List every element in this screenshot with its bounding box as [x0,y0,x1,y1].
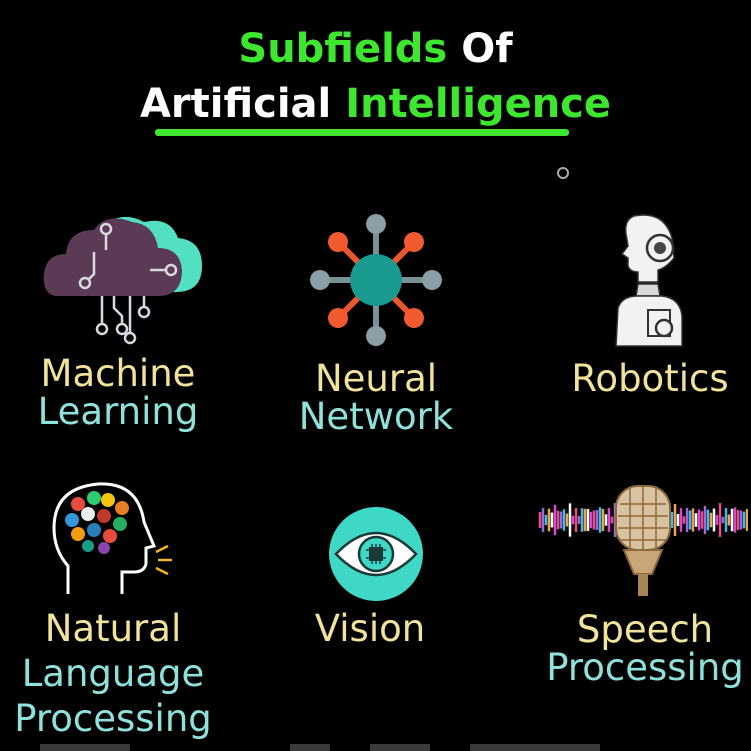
label-network: Network [298,395,454,438]
label-language: Language [21,652,205,695]
head-languages-icon [52,482,172,594]
title-subfields: Subfields [238,26,448,72]
title-line-2: Artificial Intelligence [0,84,751,124]
small-circle-decoration [557,167,569,179]
label-natural: Natural [44,607,182,650]
label-learning: Learning [37,390,199,433]
title-intelligence: Intelligence [345,81,612,127]
label-machine: Machine [40,352,196,395]
neural-network-icon [310,214,442,346]
label-processing-nlp: Processing [14,697,212,740]
title-line-1: Subfields Of [0,29,751,69]
bottom-strip [0,744,751,751]
microphone-soundwave-icon [538,485,748,596]
title-artificial: Artificial [139,81,332,127]
label-vision: Vision [314,607,426,650]
title-of: Of [461,26,513,72]
label-robotics: Robotics [571,357,729,400]
label-speech: Speech [576,608,714,651]
title-underline [155,129,569,136]
label-processing-speech: Processing [546,646,744,689]
cloud-circuit-icon [43,216,202,345]
eye-chip-icon [329,507,423,601]
robot-head-icon [615,214,683,347]
label-neural: Neural [314,357,438,400]
